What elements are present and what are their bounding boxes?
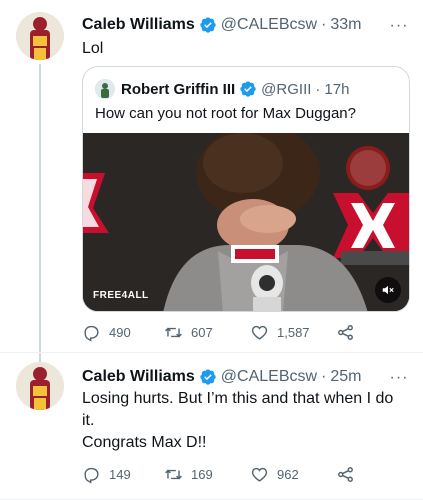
author-handle[interactable]: @CALEBcsw	[221, 16, 317, 34]
timestamp[interactable]: 33m	[330, 16, 361, 34]
retweet-count: 169	[191, 466, 213, 482]
quoted-tweet-card[interactable]: Robert Griffin III @RGIII · 17h How can …	[82, 66, 410, 312]
reply-button[interactable]: 149	[82, 465, 164, 484]
tweet-text-line: Losing hurts. But I’m this and that when…	[82, 390, 394, 407]
separator-dot: ·	[321, 16, 327, 33]
quoted-author-name: Robert Griffin III	[121, 80, 236, 98]
share-icon	[338, 324, 353, 340]
tweet-header: Caleb Williams @CALEBcsw · 33m	[82, 14, 362, 36]
tweet-text-line: Lol	[82, 40, 104, 57]
share-button[interactable]	[336, 465, 355, 484]
author-name[interactable]: Caleb Williams	[82, 368, 195, 386]
verified-badge-icon	[199, 16, 217, 34]
like-count: 962	[277, 466, 299, 482]
more-options-icon[interactable]: ···	[389, 368, 409, 388]
quoted-video[interactable]: FREE4ALL	[83, 133, 409, 311]
quoted-tweet-text: How can you not root for Max Duggan?	[95, 105, 356, 122]
like-count: 1,587	[277, 324, 310, 340]
like-button[interactable]: 1,587	[250, 323, 336, 342]
author-handle[interactable]: @CALEBcsw	[221, 368, 317, 386]
quoted-timestamp: 17h	[324, 80, 350, 98]
thread-connector-line	[39, 64, 41, 364]
retweet-button[interactable]: 169	[164, 465, 250, 484]
tweet-text-line: it.	[82, 412, 95, 429]
tweet-text: Losing hurts. But I’m this and that when…	[82, 388, 410, 454]
heart-icon	[251, 325, 268, 340]
timestamp[interactable]: 25m	[330, 368, 361, 386]
like-button[interactable]: 962	[250, 465, 336, 484]
heart-icon	[251, 467, 268, 482]
share-icon	[338, 466, 353, 482]
verified-badge-icon	[199, 368, 217, 386]
media-badge: FREE4ALL	[93, 290, 149, 301]
tweet-header: Caleb Williams @CALEBcsw · 25m	[82, 366, 362, 388]
quoted-author-avatar	[95, 79, 115, 99]
verified-badge-icon	[239, 80, 257, 98]
tweet[interactable]: Caleb Williams @CALEBcsw · 25m ··· Losin…	[0, 352, 423, 500]
separator-dot: ·	[315, 80, 321, 98]
quoted-tweet-header: Robert Griffin III @RGIII · 17h	[95, 79, 349, 99]
reply-count: 490	[109, 324, 131, 340]
reply-icon	[84, 467, 99, 484]
reply-icon	[84, 325, 99, 342]
tweet[interactable]: Caleb Williams @CALEBcsw · 33m ··· Lol R…	[0, 0, 423, 364]
tweet-text-line: Congrats Max D!!	[82, 434, 207, 451]
retweet-count: 607	[191, 324, 213, 340]
author-name[interactable]: Caleb Williams	[82, 16, 195, 34]
separator-dot: ·	[321, 368, 327, 385]
reply-count: 149	[109, 466, 131, 482]
share-button[interactable]	[336, 323, 355, 342]
retweet-icon	[165, 327, 182, 337]
tweet-actions: 490 607 1,587	[82, 322, 355, 342]
more-options-icon[interactable]: ···	[389, 16, 409, 36]
reply-button[interactable]: 490	[82, 323, 164, 342]
tweet-text: Lol	[82, 38, 410, 60]
retweet-button[interactable]: 607	[164, 323, 250, 342]
video-frame	[83, 133, 409, 311]
mute-speaker-icon[interactable]	[375, 277, 401, 303]
retweet-icon	[165, 469, 182, 479]
quoted-author-handle: @RGIII	[261, 80, 312, 98]
tweet-actions: 149 169 962	[82, 464, 355, 484]
author-avatar[interactable]	[16, 12, 64, 60]
author-avatar[interactable]	[16, 362, 64, 410]
